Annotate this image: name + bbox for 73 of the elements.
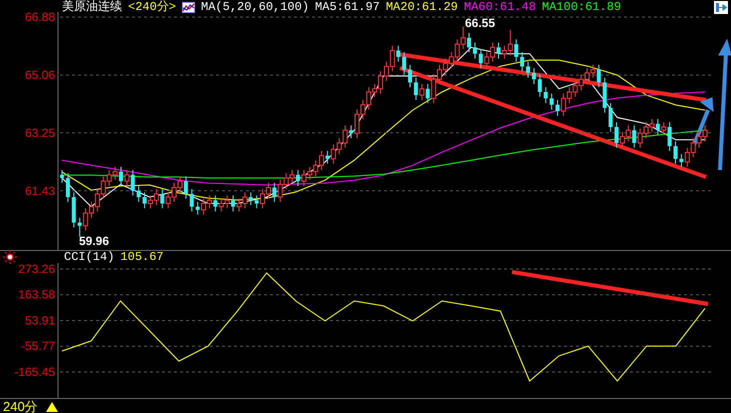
candlestick: [538, 74, 542, 98]
candlestick: [136, 185, 141, 202]
candlestick: [656, 118, 660, 136]
candlestick: [472, 42, 477, 60]
candlestick: [124, 170, 130, 186]
ma-value: MA5:61.97: [315, 1, 380, 13]
price-axis-label: 66.88: [24, 12, 55, 24]
candlestick: [608, 102, 613, 132]
price-axis-label: 61.43: [24, 184, 55, 198]
candlestick: [196, 201, 200, 216]
price-axis-label: 65.06: [24, 68, 55, 82]
candlestick: [668, 122, 672, 152]
cci-axis-label: -55.77: [20, 339, 55, 354]
candlestick: [248, 192, 253, 206]
candlestick: [467, 32, 472, 53]
arrow-drawing: [690, 97, 714, 151]
candlestick: [520, 52, 524, 72]
cci-axis-label: 53.91: [24, 314, 55, 328]
candlestick: [661, 122, 666, 136]
candlestick: [402, 52, 406, 75]
candlestick: [325, 150, 330, 164]
candlestick: [478, 48, 483, 69]
candlestick: [514, 38, 518, 62]
candlestick: [426, 84, 430, 104]
candlestick: [526, 61, 530, 78]
candlestick: [130, 170, 135, 196]
ma-value: MA100:61.89: [542, 1, 622, 13]
candlestick: [419, 84, 424, 100]
period-label: 240分: [3, 398, 38, 413]
candlestick: [184, 176, 188, 200]
cci-axis-label: -165.45: [14, 365, 55, 379]
candlestick: [231, 195, 236, 212]
candlestick: [142, 192, 147, 209]
candlestick: [60, 170, 64, 184]
candlestick: [396, 45, 400, 62]
candlestick: [614, 122, 619, 148]
exit-icon[interactable]: [714, 0, 728, 14]
chart-icon: [182, 2, 196, 12]
candlestick: [190, 188, 194, 212]
cci-label: CCI(14): [64, 250, 114, 264]
candlestick: [496, 42, 501, 60]
candlestick: [596, 64, 601, 88]
candlestick: [272, 182, 276, 202]
price-axis-label: 63.25: [24, 126, 55, 140]
candlestick: [118, 166, 123, 186]
indicator-icon: [3, 250, 17, 264]
indicator-label: MA(5,20,60,100): [201, 1, 310, 13]
cci-axis-label: 273.26: [18, 263, 55, 276]
high-price-label: 66.55: [465, 16, 496, 30]
candlestick: [532, 68, 536, 85]
candlestick: [550, 93, 554, 110]
candlestick: [408, 64, 412, 88]
cci-axis-label: 163.58: [18, 288, 55, 302]
candlestick: [632, 124, 636, 148]
ma-value: MA60:61.48: [464, 1, 536, 13]
candlestick: [674, 140, 678, 164]
candlestick: [254, 195, 259, 209]
period-label: <240分>: [128, 1, 176, 13]
candlestick: [349, 124, 354, 139]
cci-value: 105.67: [120, 250, 164, 264]
candlestick: [296, 170, 300, 186]
candlestick: [544, 86, 548, 104]
triangle-icon[interactable]: [46, 402, 58, 412]
candlestick: [556, 99, 560, 116]
candlestick: [679, 154, 684, 168]
instrument-title: 美原油连续: [62, 1, 122, 13]
low-price-label: 59.96: [79, 234, 110, 248]
candlestick: [78, 217, 82, 238]
candlestick: [414, 77, 418, 100]
ma-value: MA20:61.29: [386, 1, 458, 13]
candlestick: [66, 172, 70, 202]
candlestick: [213, 195, 218, 212]
candlestick: [160, 188, 164, 209]
